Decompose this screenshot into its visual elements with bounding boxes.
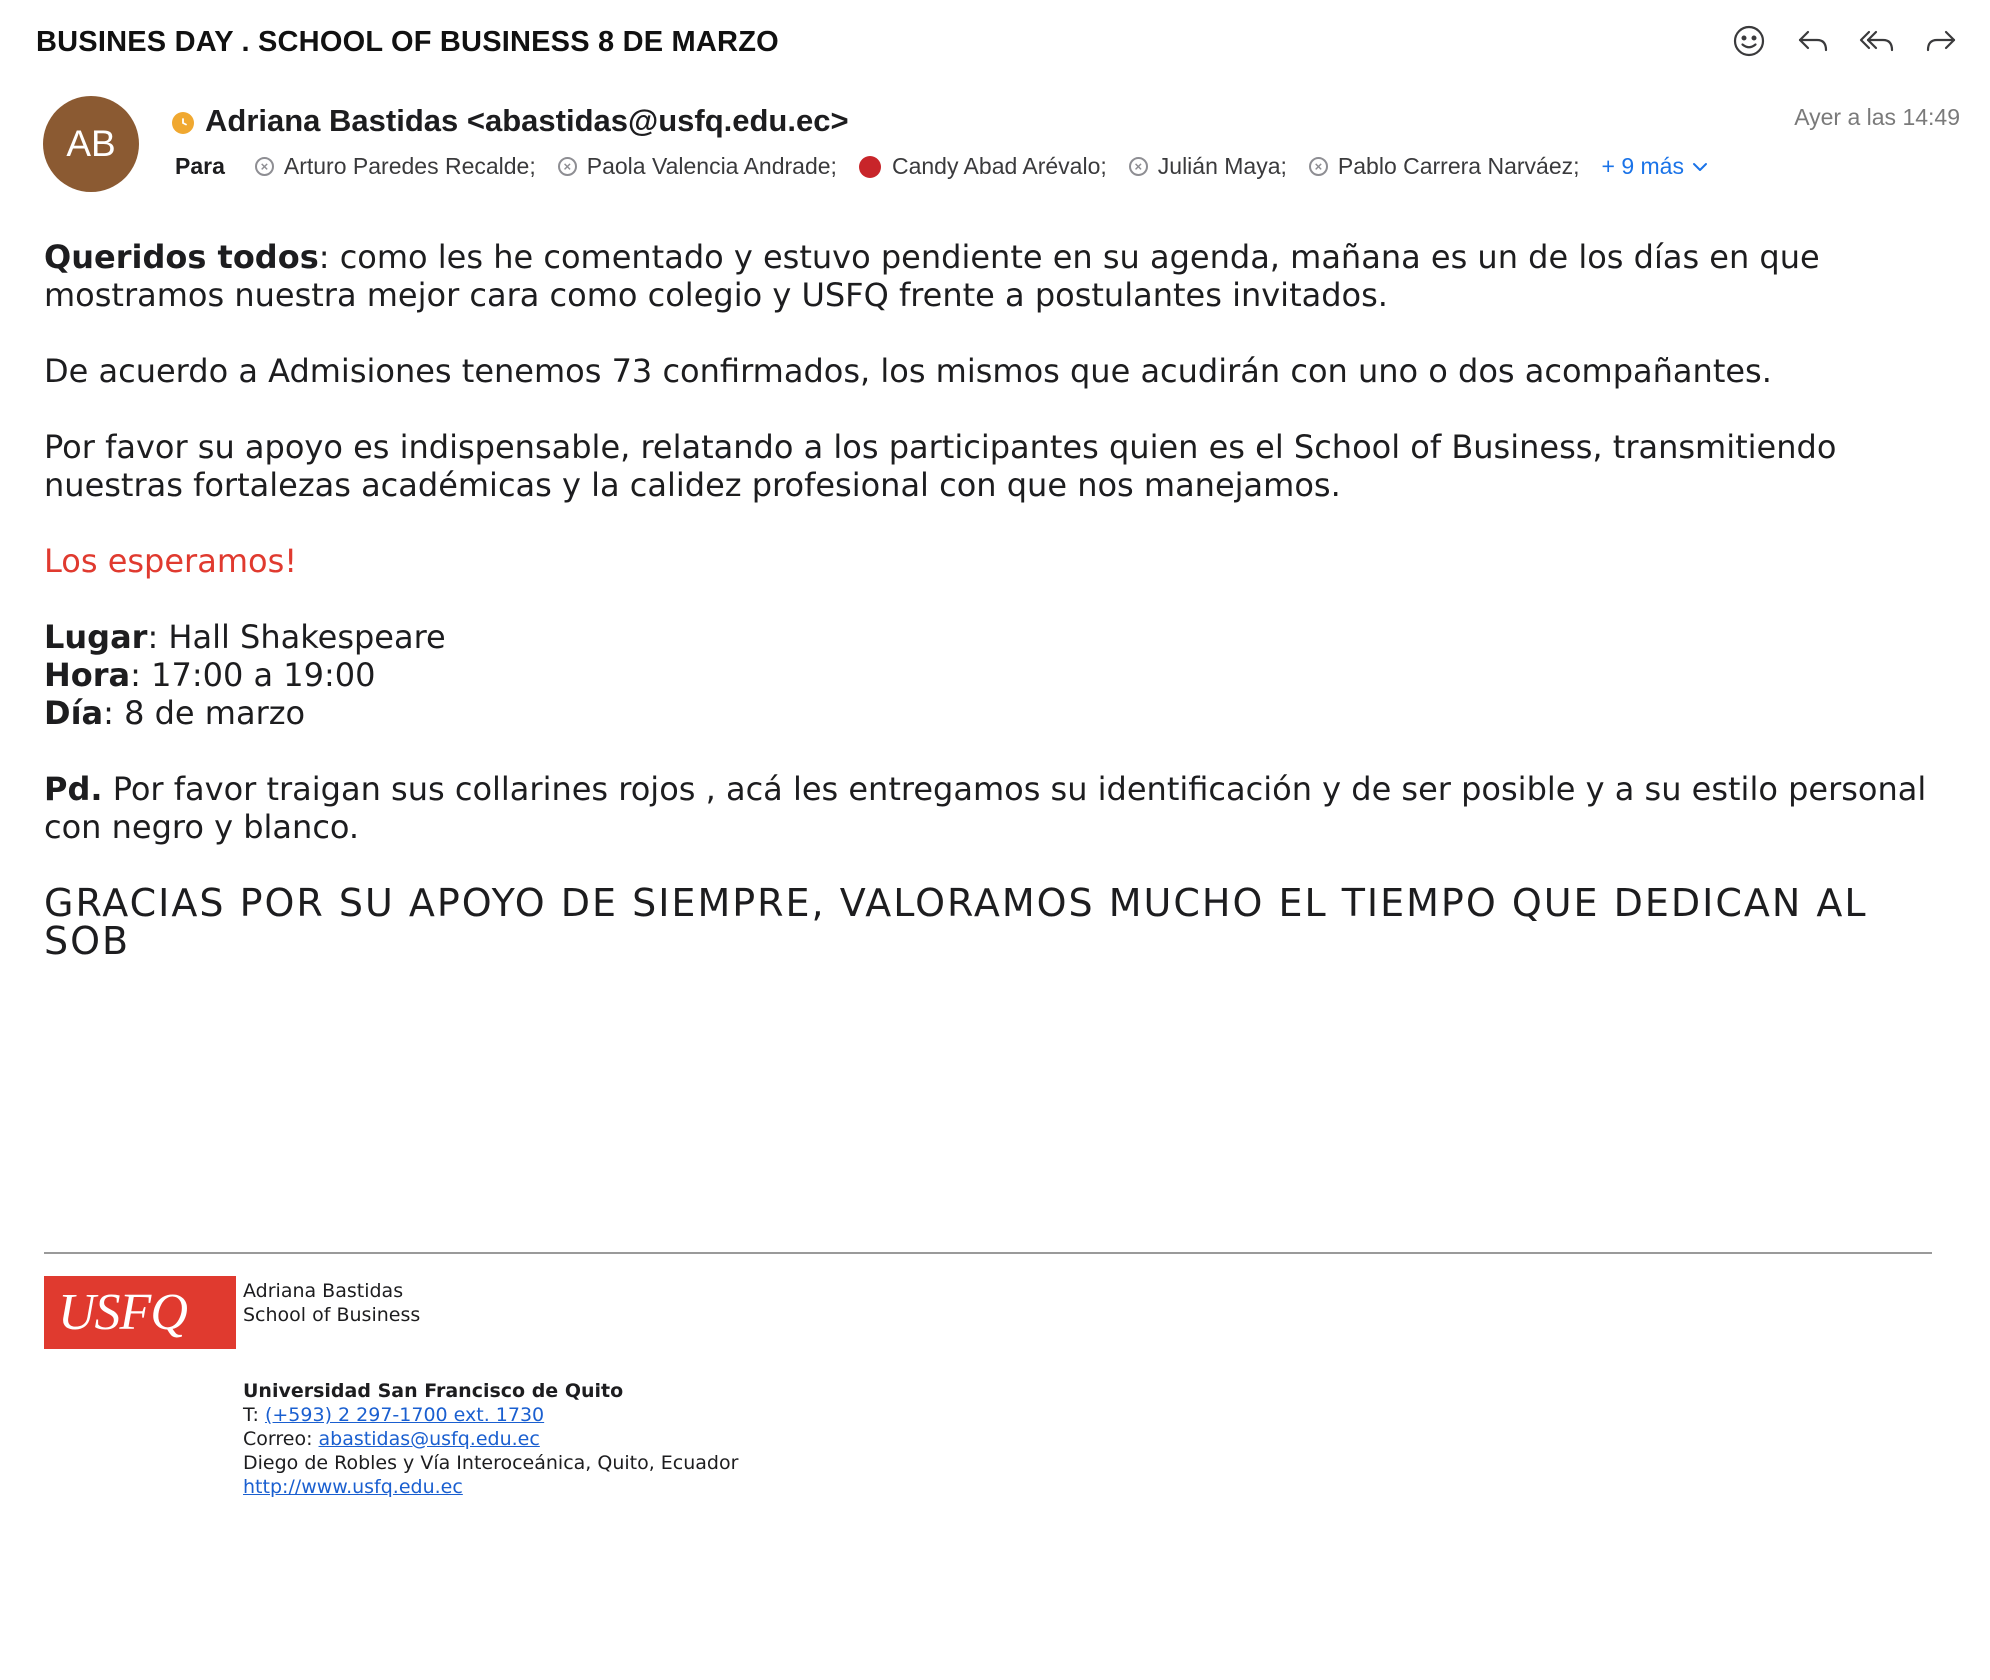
signature-dept: School of Business xyxy=(243,1304,421,1326)
signature-name: Adriana Bastidas xyxy=(243,1280,404,1302)
recipients-row: Para × Arturo Paredes Recalde; × Paola V… xyxy=(175,153,1708,180)
pd-label: Pd. xyxy=(44,770,103,808)
email-subject: BUSINES DAY . SCHOOL OF BUSINESS 8 DE MA… xyxy=(36,26,779,58)
sender-name[interactable]: Adriana Bastidas <abastidas@usfq.edu.ec> xyxy=(205,103,849,139)
sender-avatar[interactable]: AB xyxy=(43,96,139,192)
remove-recipient-icon[interactable]: × xyxy=(254,157,274,176)
signature-org: Universidad San Francisco de Quito xyxy=(243,1380,624,1402)
email-body: Queridos todos: como les he comentado y … xyxy=(44,238,1944,960)
usfq-logo: USFQ xyxy=(44,1276,236,1349)
body-paragraph: De acuerdo a Admisiones tenemos 73 confi… xyxy=(44,352,1772,390)
remove-recipient-icon[interactable]: × xyxy=(1308,157,1328,176)
recipient-name: Julián Maya; xyxy=(1157,153,1287,179)
chevron-down-icon xyxy=(1692,162,1707,171)
recipient-chip[interactable]: × Paola Valencia Andrade; xyxy=(557,153,837,180)
logo-text: USFQ xyxy=(58,1284,188,1341)
remove-recipient-icon[interactable]: × xyxy=(557,157,577,176)
reply-all-icon[interactable] xyxy=(1858,22,1896,60)
message-actions xyxy=(1730,22,1960,60)
body-paragraph: Por favor su apoyo es indispensable, rel… xyxy=(44,428,1837,504)
emoji-icon[interactable] xyxy=(1730,22,1768,60)
dia-value: : 8 de marzo xyxy=(103,694,306,732)
forward-icon[interactable] xyxy=(1922,22,1960,60)
signature-divider xyxy=(44,1252,1932,1254)
signature-email-row: Correo: abastidas@usfq.edu.ec xyxy=(243,1428,540,1450)
reply-icon[interactable] xyxy=(1794,22,1832,60)
signature-phone-row: T: (+593) 2 297-1700 ext. 1730 xyxy=(243,1404,544,1426)
phone-label: T: xyxy=(243,1404,265,1426)
pd-text: Por favor traigan sus collarines rojos ,… xyxy=(44,770,1927,846)
recipient-name: Pablo Carrera Narváez; xyxy=(1337,153,1580,179)
phone-link[interactable]: (+593) 2 297-1700 ext. 1730 xyxy=(265,1404,544,1426)
closing-line: GRACIAS POR SU APOYO DE SIEMPRE, VALORAM… xyxy=(44,881,1868,963)
lugar-value: : Hall Shakespeare xyxy=(147,618,446,656)
recipient-name: Arturo Paredes Recalde; xyxy=(283,153,536,179)
website-link[interactable]: http://www.usfq.edu.ec xyxy=(243,1476,463,1498)
recipient-name: Candy Abad Arévalo; xyxy=(891,153,1107,179)
postscript: Pd. Por favor traigan sus collarines roj… xyxy=(44,770,1944,846)
remove-recipient-icon[interactable]: × xyxy=(1128,157,1148,176)
email-timestamp: Ayer a las 14:49 xyxy=(1794,104,1960,130)
signature-website-row: http://www.usfq.edu.ec xyxy=(243,1476,463,1498)
recipient-name: Paola Valencia Andrade; xyxy=(586,153,837,179)
recipient-chip[interactable]: × Julián Maya; xyxy=(1128,153,1287,180)
event-details: Lugar: Hall Shakespeare Hora: 17:00 a 19… xyxy=(44,618,1944,732)
recipient-chip[interactable]: Candy Abad Arévalo; xyxy=(858,153,1107,180)
more-recipients-link[interactable]: + 9 más xyxy=(1602,153,1708,180)
greeting-bold: Queridos todos xyxy=(44,238,319,276)
lugar-label: Lugar xyxy=(44,618,148,656)
body-paragraph: Queridos todos: como les he comentado y … xyxy=(44,238,1944,314)
signature-address: Diego de Robles y Vía Interoceánica, Qui… xyxy=(243,1452,739,1474)
more-recipients-label: + 9 más xyxy=(1601,153,1684,179)
highlight-text: Los esperamos! xyxy=(44,542,298,580)
clock-icon xyxy=(172,112,194,134)
recipient-status-dot-icon xyxy=(858,155,881,178)
recipient-chip[interactable]: × Arturo Paredes Recalde; xyxy=(254,153,536,180)
email-label: Correo: xyxy=(243,1428,319,1450)
to-label: Para xyxy=(175,153,225,179)
dia-label: Día xyxy=(44,694,104,732)
hora-value: : 17:00 a 19:00 xyxy=(130,656,376,694)
hora-label: Hora xyxy=(44,656,131,694)
email-link[interactable]: abastidas@usfq.edu.ec xyxy=(319,1428,540,1450)
recipient-chip[interactable]: × Pablo Carrera Narváez; xyxy=(1308,153,1580,180)
